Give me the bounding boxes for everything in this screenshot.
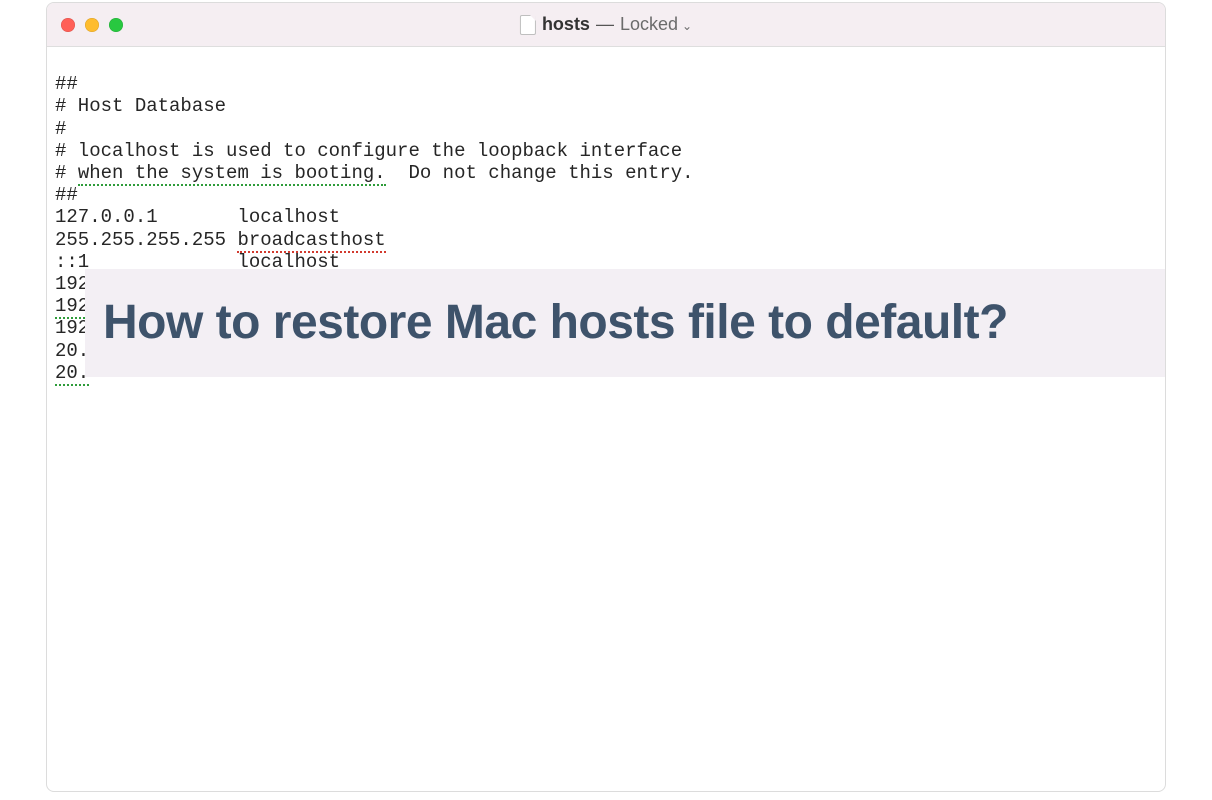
chevron-down-icon: ⌄: [682, 19, 692, 33]
text-line: 255.255.255.255 broadcasthost: [55, 229, 386, 253]
text-line: ##: [55, 73, 78, 95]
title-separator: —: [596, 14, 614, 35]
document-icon: [520, 15, 536, 35]
textedit-window: hosts — Locked ⌄ ## # Host Database # # …: [46, 2, 1166, 792]
document-content: ## # Host Database # # localhost is used…: [47, 47, 1165, 791]
text-line: # localhost is used to configure the loo…: [55, 140, 682, 162]
document-name: hosts: [542, 14, 590, 35]
window-title[interactable]: hosts — Locked ⌄: [520, 14, 692, 35]
window-controls: [61, 18, 123, 32]
lock-label: Locked: [620, 14, 678, 35]
window-titlebar: hosts — Locked ⌄: [47, 3, 1165, 47]
text-line: # when the system is booting. Do not cha…: [55, 162, 694, 186]
text-line: #: [55, 118, 66, 140]
lock-status-dropdown[interactable]: Locked ⌄: [620, 14, 692, 35]
banner-text: How to restore Mac hosts file to default…: [103, 312, 1008, 334]
text-line: ##: [55, 184, 78, 206]
overlay-banner: How to restore Mac hosts file to default…: [85, 269, 1166, 377]
text-line: # Host Database: [55, 95, 226, 117]
close-icon[interactable]: [61, 18, 75, 32]
minimize-icon[interactable]: [85, 18, 99, 32]
zoom-icon[interactable]: [109, 18, 123, 32]
text-line: 127.0.0.1 localhost: [55, 206, 340, 228]
